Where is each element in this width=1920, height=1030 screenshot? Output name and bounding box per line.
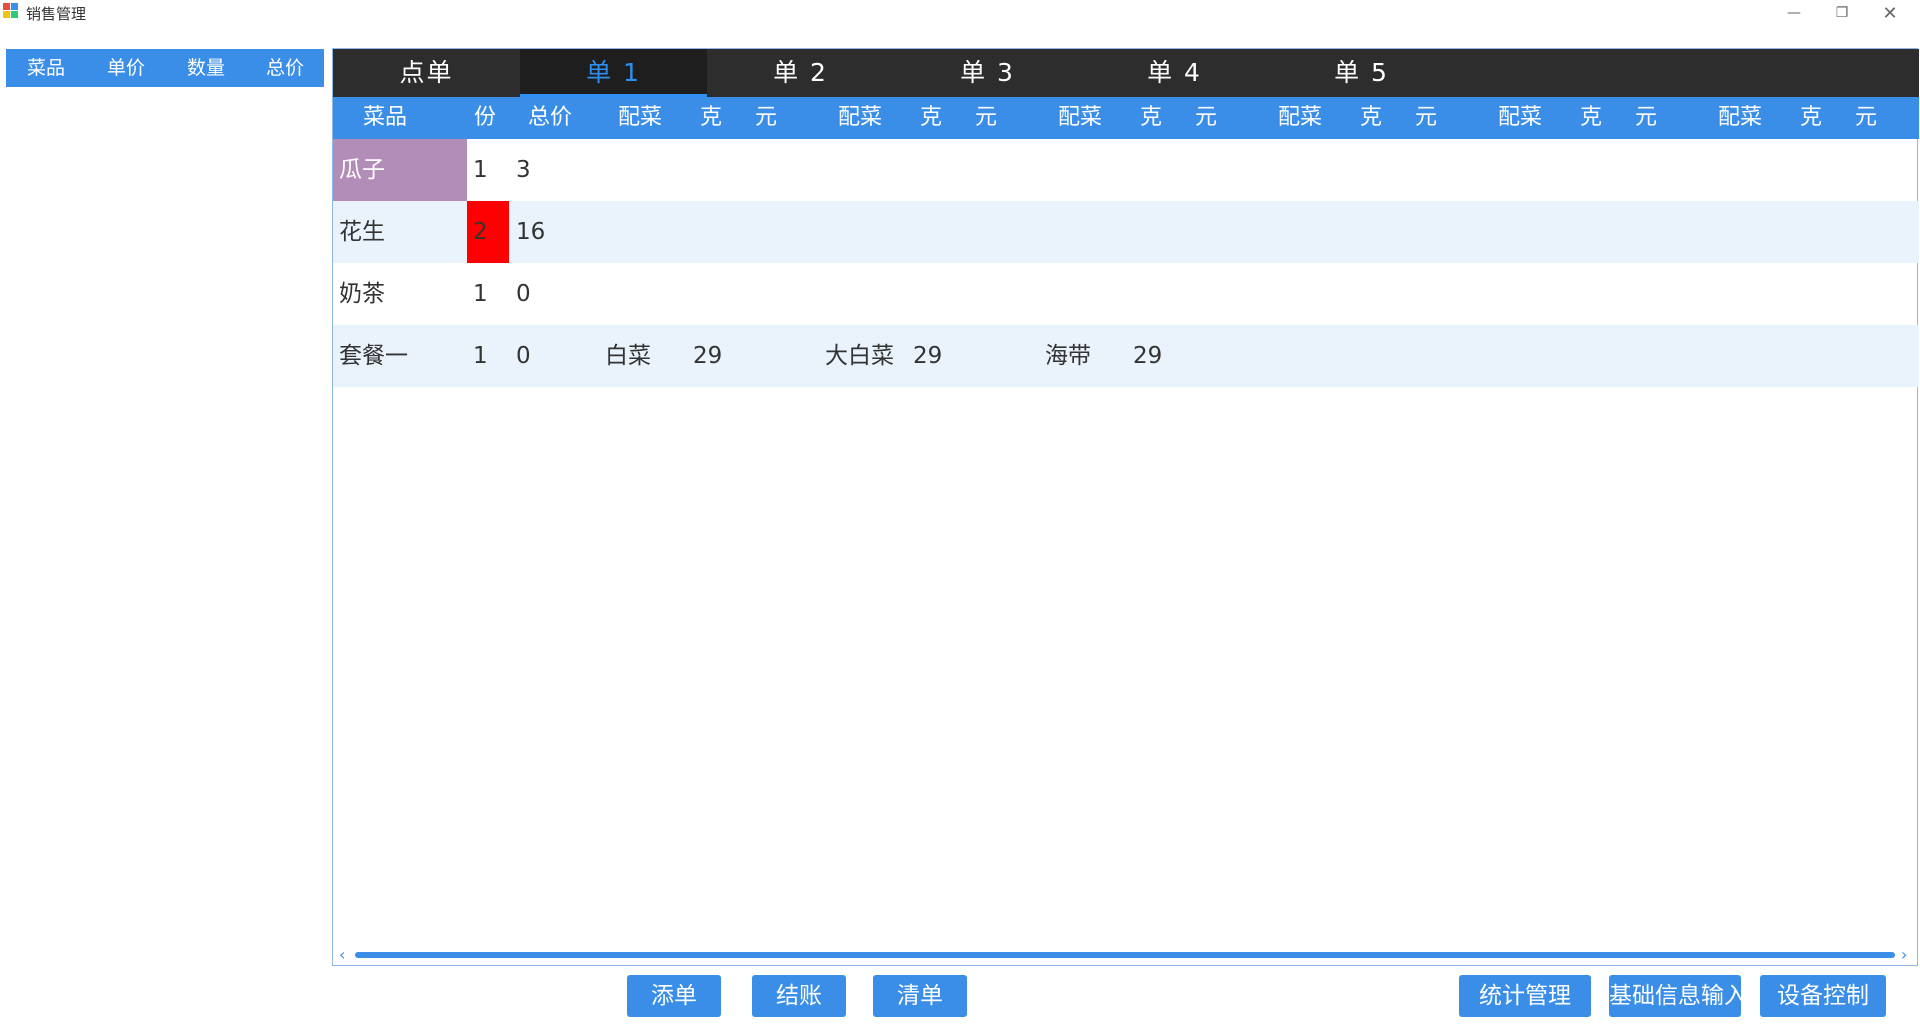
basic-info-input-button[interactable]: 基础信息输入 xyxy=(1609,975,1741,1017)
col-total: 总价 xyxy=(528,105,573,130)
col-portion: 份 xyxy=(474,105,497,130)
col-grams-1: 克 xyxy=(700,105,723,130)
row-dish-name: 瓜子 xyxy=(333,139,467,201)
row-qty: 1 xyxy=(473,157,488,183)
table-row[interactable]: 花生 2 16 xyxy=(333,201,1919,263)
scroll-right-icon[interactable]: › xyxy=(1901,945,1907,965)
col-grams-6: 克 xyxy=(1800,105,1823,130)
tab-order-2[interactable]: 单 2 xyxy=(707,49,894,97)
checkout-button[interactable]: 结账 xyxy=(752,975,846,1017)
close-icon[interactable]: ✕ xyxy=(1866,0,1914,26)
order-tabs: 点单 单 1 单 2 单 3 单 4 单 5 xyxy=(333,49,1919,97)
app-icon xyxy=(3,3,19,19)
row-qty: 2 xyxy=(467,201,509,263)
col-side-1: 配菜 xyxy=(618,105,663,130)
add-order-button[interactable]: 添单 xyxy=(627,975,721,1017)
order-column-header: 菜品 份 总价 配菜 克 元 配菜 克 元 配菜 克 元 配菜 克 元 配菜 克… xyxy=(333,97,1919,139)
col-yuan-2: 元 xyxy=(975,105,998,130)
col-grams-2: 克 xyxy=(920,105,943,130)
row-total: 0 xyxy=(516,281,531,307)
tab-order-1[interactable]: 单 1 xyxy=(520,49,707,97)
left-header-quantity: 数量 xyxy=(186,57,225,79)
row-side-grams: 29 xyxy=(693,343,723,369)
col-yuan-1: 元 xyxy=(755,105,778,130)
tab-order-4[interactable]: 单 4 xyxy=(1081,49,1268,97)
scroll-left-icon[interactable]: ‹ xyxy=(339,945,345,965)
table-row[interactable]: 瓜子 1 3 xyxy=(333,139,1919,201)
row-qty: 1 xyxy=(473,281,488,307)
row-dish-name: 花生 xyxy=(339,219,385,245)
col-grams-5: 克 xyxy=(1580,105,1603,130)
row-side-name: 白菜 xyxy=(605,343,651,369)
row-total: 16 xyxy=(516,219,546,245)
col-grams-4: 克 xyxy=(1360,105,1383,130)
col-yuan-6: 元 xyxy=(1855,105,1878,130)
row-side-grams: 29 xyxy=(913,343,943,369)
left-header-unit-price: 单价 xyxy=(106,57,145,79)
col-yuan-4: 元 xyxy=(1415,105,1438,130)
device-control-button[interactable]: 设备控制 xyxy=(1760,975,1886,1017)
order-panel: 点单 单 1 单 2 单 3 单 4 单 5 菜品 份 总价 配菜 克 元 配菜… xyxy=(332,48,1919,966)
title-bar: 销售管理 — ❐ ✕ xyxy=(0,0,1920,28)
left-header-total: 总价 xyxy=(265,57,304,79)
col-yuan-5: 元 xyxy=(1635,105,1658,130)
row-side-name: 大白菜 xyxy=(825,343,894,369)
left-order-header: 菜品 单价 数量 总价 xyxy=(6,49,324,87)
col-grams-3: 克 xyxy=(1140,105,1163,130)
row-total: 3 xyxy=(516,157,531,183)
row-dish-name: 套餐一 xyxy=(339,343,408,369)
table-row[interactable]: 奶茶 1 0 xyxy=(333,263,1919,325)
row-qty: 1 xyxy=(473,343,488,369)
horizontal-scrollbar[interactable]: ‹ › xyxy=(333,945,1917,965)
col-side-5: 配菜 xyxy=(1498,105,1543,130)
window-title: 销售管理 xyxy=(26,5,87,23)
row-side-grams: 29 xyxy=(1133,343,1163,369)
clear-order-button[interactable]: 清单 xyxy=(873,975,967,1017)
col-side-6: 配菜 xyxy=(1718,105,1763,130)
minimize-icon[interactable]: — xyxy=(1770,0,1818,26)
tab-order-3[interactable]: 单 3 xyxy=(894,49,1081,97)
col-side-3: 配菜 xyxy=(1058,105,1103,130)
col-dish: 菜品 xyxy=(363,105,408,130)
restore-icon[interactable]: ❐ xyxy=(1818,0,1866,26)
row-side-name: 海带 xyxy=(1045,343,1091,369)
row-total: 0 xyxy=(516,343,531,369)
left-header-dish: 菜品 xyxy=(26,57,65,79)
col-side-4: 配菜 xyxy=(1278,105,1323,130)
row-dish-name: 奶茶 xyxy=(339,281,385,307)
stats-management-button[interactable]: 统计管理 xyxy=(1459,975,1591,1017)
tab-place-order[interactable]: 点单 xyxy=(333,49,520,97)
table-row[interactable]: 套餐一 1 0 白菜 29 大白菜 29 海带 29 xyxy=(333,325,1919,387)
tab-order-5[interactable]: 单 5 xyxy=(1268,49,1455,97)
scroll-thumb[interactable] xyxy=(355,952,1895,958)
col-side-2: 配菜 xyxy=(838,105,883,130)
col-yuan-3: 元 xyxy=(1195,105,1218,130)
